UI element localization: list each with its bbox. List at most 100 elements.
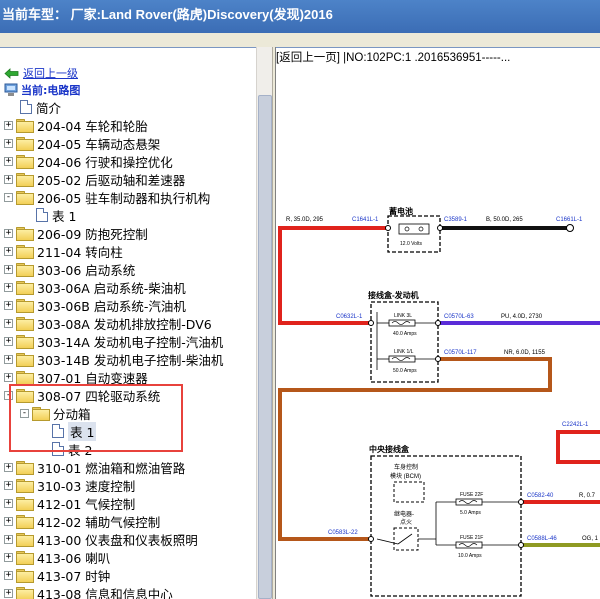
document-icon: [52, 442, 64, 456]
tree-item-label: 303-06A 启动系统-柴油机: [37, 280, 186, 296]
folder-icon: [16, 118, 34, 133]
tree-folder-item[interactable]: - 308-07 四轮驱动系统: [4, 386, 160, 404]
tree-folder-item[interactable]: +204-05 车辆动态悬架: [4, 134, 160, 152]
tree-folder-item[interactable]: +310-01 燃油箱和燃油管路: [4, 458, 185, 476]
expand-icon[interactable]: +: [4, 246, 13, 256]
expand-icon[interactable]: +: [4, 120, 13, 130]
expand-icon[interactable]: +: [4, 282, 13, 292]
folder-icon: [16, 496, 34, 511]
folder-icon: [16, 280, 34, 295]
folder-icon: [32, 406, 50, 421]
expand-icon[interactable]: +: [4, 462, 13, 472]
expand-icon[interactable]: +: [4, 174, 13, 184]
amps-40: 40.0 Amps: [393, 331, 417, 337]
tree-folder-item[interactable]: +413-06 喇叭: [4, 548, 110, 566]
wire-label-og: OG, 1: [582, 536, 599, 542]
wiring-diagram: 蓄电池 12.0 Volts R, 35.0D, 295 C1641L-1 C3…: [278, 206, 600, 597]
tree-folder-item[interactable]: +205-02 后驱动轴和差速器: [4, 170, 185, 188]
tree-folder-item[interactable]: - 206-05 驻车制动器和执行机构: [4, 188, 210, 206]
collapse-icon[interactable]: -: [4, 192, 13, 202]
expand-icon[interactable]: +: [4, 498, 13, 508]
computer-icon: [4, 83, 18, 96]
folder-icon: [16, 244, 34, 259]
expand-icon[interactable]: +: [4, 354, 13, 364]
conn-c1641l1: C1641L-1: [352, 217, 379, 223]
expand-icon[interactable]: +: [4, 552, 13, 562]
tree-folder-item[interactable]: +303-06 启动系统: [4, 260, 135, 278]
conn-c0588l46: C0588L-46: [527, 536, 557, 542]
tree-folder-item[interactable]: +206-09 防抱死控制: [4, 224, 148, 242]
tree-item-label: 简介: [36, 100, 62, 116]
tree-folder-item[interactable]: +413-08 信息和信息中心: [4, 584, 173, 599]
expand-icon[interactable]: +: [4, 336, 13, 346]
tree-folder-item[interactable]: +412-02 辅助气候控制: [4, 512, 160, 530]
tree-folder-item[interactable]: +412-01 气候控制: [4, 494, 135, 512]
expand-icon[interactable]: +: [4, 516, 13, 526]
tree-folder-item[interactable]: +211-04 转向柱: [4, 242, 123, 260]
folder-icon: [16, 514, 34, 529]
expand-icon[interactable]: +: [4, 588, 13, 598]
folder-icon: [16, 226, 34, 241]
tree-item-label: 303-14B 发动机电子控制-柴油机: [37, 352, 224, 368]
tree-folder-item[interactable]: +413-00 仪表盘和仪表板照明: [4, 530, 198, 548]
tree-folder-item[interactable]: - 分动箱: [20, 404, 91, 422]
tree-item-label: 表 1: [52, 208, 77, 224]
tree-folder-item[interactable]: +307-01 自动变速器: [4, 368, 148, 386]
expand-icon[interactable]: +: [4, 318, 13, 328]
tree-scrollbar[interactable]: [256, 47, 272, 599]
tree-item-label: 303-06 启动系统: [37, 262, 136, 278]
tree-item-label: 307-01 自动变速器: [37, 370, 148, 386]
tree-doc-item[interactable]: 表 2: [52, 440, 92, 458]
tree-item-label: 206-05 驻车制动器和执行机构: [37, 190, 211, 206]
tree-doc-item[interactable]: 表 1: [52, 421, 97, 441]
collapse-icon[interactable]: -: [4, 390, 13, 400]
tree-folder-item[interactable]: +303-14A 发动机电子控制-汽油机: [4, 332, 223, 350]
tree-folder-item[interactable]: +303-08A 发动机排放控制-DV6: [4, 314, 212, 332]
folder-icon: [16, 190, 34, 205]
tree-folder-item[interactable]: +303-06A 启动系统-柴油机: [4, 278, 186, 296]
expand-icon[interactable]: +: [4, 264, 13, 274]
back-row[interactable]: 返回上一级: [4, 65, 78, 81]
back-link[interactable]: 返回上一级: [23, 65, 78, 81]
expand-icon[interactable]: +: [4, 372, 13, 382]
fuse-22f: FUSE 22F: [460, 492, 483, 498]
tree-item-label: 303-06B 启动系统-汽油机: [37, 298, 186, 314]
tree-folder-item[interactable]: +413-07 时钟: [4, 566, 110, 584]
folder-icon: [16, 550, 34, 565]
tree-item-label: 表 2: [68, 442, 93, 458]
expand-icon[interactable]: +: [4, 480, 13, 490]
tree-folder-item[interactable]: +204-04 车轮和轮胎: [4, 116, 148, 134]
folder-icon: [16, 532, 34, 547]
tree-folder-item[interactable]: +303-06B 启动系统-汽油机: [4, 296, 186, 314]
tree-item-label: 303-08A 发动机排放控制-DV6: [37, 316, 212, 332]
tree-item-label: 分动箱: [53, 406, 91, 422]
conn-c0583l22: C0583L-22: [328, 530, 358, 536]
conn-c2242l1: C2242L-1: [562, 422, 589, 428]
tree-folder-item[interactable]: +303-14B 发动机电子控制-柴油机: [4, 350, 223, 368]
tree-folder-item[interactable]: +310-03 速度控制: [4, 476, 135, 494]
tree-doc-item[interactable]: 表 1: [36, 206, 76, 224]
expand-icon[interactable]: +: [4, 534, 13, 544]
expand-icon[interactable]: +: [4, 570, 13, 580]
folder-icon: [16, 460, 34, 475]
amps-5: 5.0 Amps: [460, 510, 481, 516]
scroll-thumb[interactable]: [258, 95, 272, 599]
tree-folder-item[interactable]: +204-06 行驶和操控优化: [4, 152, 173, 170]
wire-label-red: R, 35.0D, 295: [286, 217, 324, 223]
collapse-icon[interactable]: -: [20, 408, 29, 418]
tree-doc-item[interactable]: 简介: [20, 98, 61, 116]
wire-label-pu: PU, 4.0D, 2730: [501, 314, 543, 320]
folder-icon: [16, 352, 34, 367]
expand-icon[interactable]: +: [4, 156, 13, 166]
expand-icon[interactable]: +: [4, 228, 13, 238]
expand-icon[interactable]: +: [4, 138, 13, 148]
document-icon: [36, 208, 48, 222]
relay-line1: 继电器-: [394, 510, 414, 518]
tree-item-label: 303-14A 发动机电子控制-汽油机: [37, 334, 224, 350]
amps-10: 10.0 Amps: [458, 553, 482, 559]
expand-icon[interactable]: +: [4, 300, 13, 310]
conn-c0632l1: C0632L-1: [336, 314, 363, 320]
tree-item-label: 204-05 车辆动态悬架: [37, 136, 161, 152]
tree-item-label: 204-04 车轮和轮胎: [37, 118, 148, 134]
link-3l: LINK 3L: [394, 313, 412, 319]
